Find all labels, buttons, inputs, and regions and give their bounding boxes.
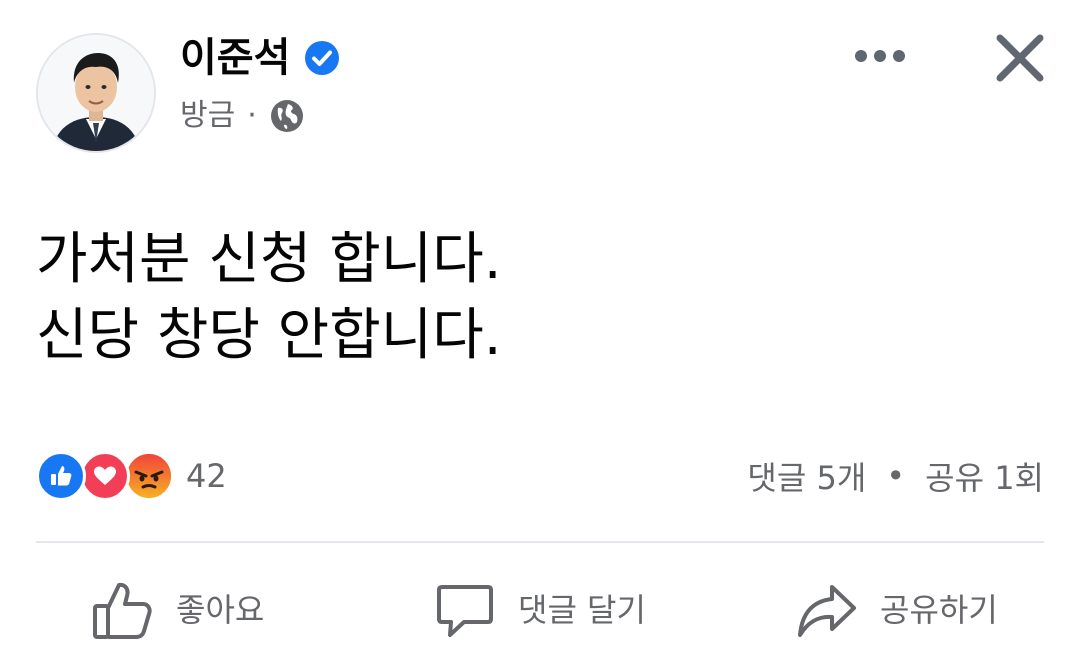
reaction-count: 42 — [186, 457, 227, 495]
post-text-line: 신당 창당 안합니다. — [36, 303, 502, 368]
post-timestamp[interactable]: 방금 — [180, 101, 235, 131]
like-label: 좋아요 — [176, 591, 265, 629]
more-options-button[interactable] — [852, 36, 908, 76]
more-horizontal-icon — [855, 50, 905, 62]
post-text-line: 가처분 신청 합니다. — [36, 227, 502, 292]
comment-button[interactable]: 댓글 달기 — [434, 572, 646, 648]
reactions-summary[interactable]: 42 — [36, 448, 227, 504]
comment-count-link[interactable]: 댓글 5개 — [747, 453, 866, 499]
love-reaction-icon — [80, 451, 130, 501]
like-button[interactable]: 좋아요 — [92, 572, 264, 648]
comment-bubble-icon — [437, 585, 493, 637]
like-reaction-icon — [36, 451, 86, 501]
globe-icon[interactable] — [269, 98, 305, 134]
comment-label: 댓글 달기 — [518, 591, 646, 629]
thumbs-up-icon — [93, 582, 152, 639]
share-button[interactable]: 공유하기 — [796, 572, 998, 648]
meta-separator: · — [247, 98, 257, 133]
close-icon — [996, 34, 1044, 82]
post-meta: 방금 · — [180, 95, 305, 137]
share-count-link[interactable]: 공유 1회 — [925, 453, 1044, 499]
stats-separator: • — [886, 457, 906, 495]
post-text: 가처분 신청 합니다. 신당 창당 안합니다. — [36, 222, 1036, 374]
share-label: 공유하기 — [880, 591, 998, 629]
author-avatar[interactable] — [36, 33, 156, 153]
author-name[interactable]: 이준석 — [180, 38, 290, 78]
share-arrow-icon — [798, 585, 856, 637]
post-stats: 댓글 5개 • 공유 1회 — [747, 452, 1044, 500]
author-row: 이준석 — [180, 30, 340, 86]
avatar-photo — [38, 35, 154, 151]
close-button[interactable] — [994, 32, 1046, 84]
angry-reaction-icon — [124, 451, 174, 501]
verified-badge-icon — [304, 40, 340, 76]
divider — [36, 541, 1044, 543]
